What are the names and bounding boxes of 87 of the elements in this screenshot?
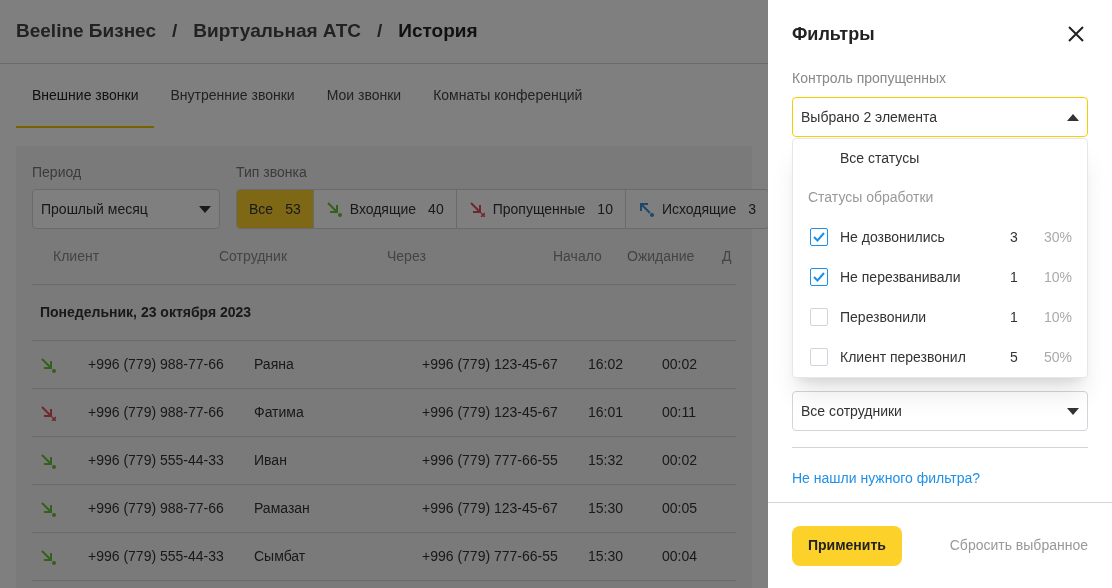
- start-cell-text: 16:01: [588, 403, 625, 422]
- option-percent: 30%: [1043, 227, 1072, 247]
- wait-cell-text: 00:11: [662, 403, 697, 422]
- client-cell-text: +996 (779) 555-44-33: [88, 547, 225, 566]
- wait-cell-text: 00:02: [662, 355, 699, 374]
- missed-control-select[interactable]: Выбрано 2 элемента: [792, 97, 1088, 138]
- via-cell-text: +996 (779) 777-66-55: [422, 547, 559, 566]
- caret-up-icon: [1067, 113, 1079, 121]
- wait-cell-text: 00:05: [662, 499, 699, 518]
- apply-button[interactable]: Применить: [792, 525, 902, 566]
- call-row[interactable]: +996 (779) 988-77-66 Раяна +996 (779) 123-45-67 16:02 00:02: [32, 341, 736, 389]
- dropdown-option[interactable]: Не перезванивали 1 10%: [793, 257, 1087, 298]
- caret-down-icon: [1067, 407, 1079, 415]
- option-label: Не дозвонились: [840, 227, 946, 247]
- employee-cell-text: Фатима: [254, 403, 305, 422]
- incoming-call-icon: [40, 548, 56, 565]
- option-label: Не перезванивали: [840, 267, 962, 287]
- call-type-label: Тип звонка: [236, 163, 308, 182]
- call-type-option[interactable]: Исходящие 3: [624, 190, 768, 228]
- dropdown-group-label: Статусы обработки: [807, 187, 935, 207]
- period-select[interactable]: Прошлый месяц: [32, 189, 220, 229]
- field-label: Контроль пропущенных: [792, 69, 948, 89]
- option-percent: 10%: [1043, 307, 1072, 327]
- reset-button[interactable]: Сбросить выбранное: [949, 535, 1088, 557]
- incoming-call-icon: [325, 201, 342, 217]
- breadcrumb-separator: /: [172, 19, 178, 44]
- via-cell-text: +996 (779) 123-45-67: [422, 499, 559, 518]
- panel-title: Фильтры: [792, 22, 875, 46]
- check-icon: [813, 272, 825, 283]
- via-cell-text: +996 (779) 777-66-55: [422, 451, 559, 470]
- call-row[interactable]: +996 (779) 555-44-33 Иван +996 (779) 777-66-55 15:32 00:02: [32, 437, 736, 485]
- option-label: Клиент перезвонил: [840, 347, 967, 367]
- option-count: 3: [1010, 227, 1019, 247]
- wait-cell-text: 00:02: [662, 451, 699, 470]
- employee-cell-text: Сымбат: [254, 547, 307, 566]
- close-icon: [1068, 26, 1084, 43]
- outgoing-call-icon: [637, 201, 654, 217]
- option-percent: 10%: [1043, 267, 1072, 287]
- participants-select[interactable]: Все сотрудники: [792, 391, 1088, 432]
- client-cell-text: +996 (779) 988-77-66: [88, 499, 225, 518]
- start-cell-text: 15:32: [588, 451, 625, 470]
- employee-cell-text: Рамазан: [254, 499, 311, 518]
- wait-cell-text: 00:04: [662, 547, 699, 566]
- dropdown-option[interactable]: Все статусы: [793, 139, 1087, 178]
- missed-call-icon: [468, 201, 485, 217]
- caret-down-icon: [199, 205, 211, 213]
- check-icon: [813, 232, 825, 243]
- start-cell-text: 15:30: [588, 547, 625, 566]
- dropdown-option[interactable]: Перезвонили 1 10%: [793, 297, 1087, 338]
- call-row[interactable]: +996 (779) 988-77-66 Рамазан +996 (779) 123-45-67 15:30 00:05: [32, 485, 736, 533]
- option-count: 5: [1010, 347, 1019, 367]
- call-row[interactable]: +996 (779) 555-44-33 Сымбат +996 (779) 777-66-55 15:30 00:04: [32, 533, 736, 581]
- breadcrumb-item[interactable]: Виртуальная АТС: [193, 17, 361, 46]
- tab[interactable]: Внутренние звонки: [154, 64, 311, 128]
- dropdown-option[interactable]: Клиент перезвонил 5 50%: [793, 337, 1087, 378]
- incoming-call-icon: [40, 356, 56, 373]
- checkbox[interactable]: [810, 228, 828, 247]
- start-cell-text: 15:30: [588, 499, 625, 518]
- option-count: 1: [1010, 307, 1019, 327]
- incoming-call-icon: [40, 500, 56, 517]
- employee-cell-text: Раяна: [254, 355, 295, 374]
- tab[interactable]: Комнаты конференций: [417, 64, 599, 128]
- client-cell-text: +996 (779) 555-44-33: [88, 451, 225, 470]
- breadcrumb-separator: /: [377, 19, 383, 44]
- checkbox[interactable]: [810, 268, 828, 287]
- start-cell-text: 16:02: [588, 355, 625, 374]
- dropdown-option[interactable]: Не дозвонились 3 30%: [793, 217, 1087, 258]
- tab[interactable]: Внешние звонки: [16, 64, 155, 128]
- incoming-call-icon: [40, 452, 56, 469]
- call-type-option[interactable]: Все 53: [237, 190, 313, 228]
- breadcrumb-item[interactable]: Beeline Бизнес: [16, 17, 156, 46]
- period-label: Период: [32, 163, 83, 182]
- call-row[interactable]: +996 (779) 988-77-66 Фатима +996 (779) 123-45-67 16:01 00:11: [32, 389, 736, 437]
- tab[interactable]: Мои звонки: [310, 64, 418, 128]
- via-cell-text: +996 (779) 123-45-67: [422, 355, 559, 374]
- missing-filter-link[interactable]: Не нашли нужного фильтра?: [792, 468, 1088, 490]
- client-cell-text: +996 (779) 988-77-66: [88, 403, 225, 422]
- breadcrumb-item[interactable]: История: [398, 17, 478, 46]
- dim-overlay[interactable]: [0, 0, 768, 588]
- date-group-header: Понедельник, 23 октября 2023: [39, 303, 252, 322]
- via-cell-text: +996 (779) 123-45-67: [422, 403, 559, 422]
- option-percent: 50%: [1043, 347, 1072, 367]
- option-count: 1: [1010, 267, 1019, 287]
- employee-cell-text: Иван: [254, 451, 288, 470]
- client-cell-text: +996 (779) 988-77-66: [88, 355, 225, 374]
- missed-call-icon: [40, 404, 56, 421]
- option-label: Перезвонили: [840, 307, 928, 327]
